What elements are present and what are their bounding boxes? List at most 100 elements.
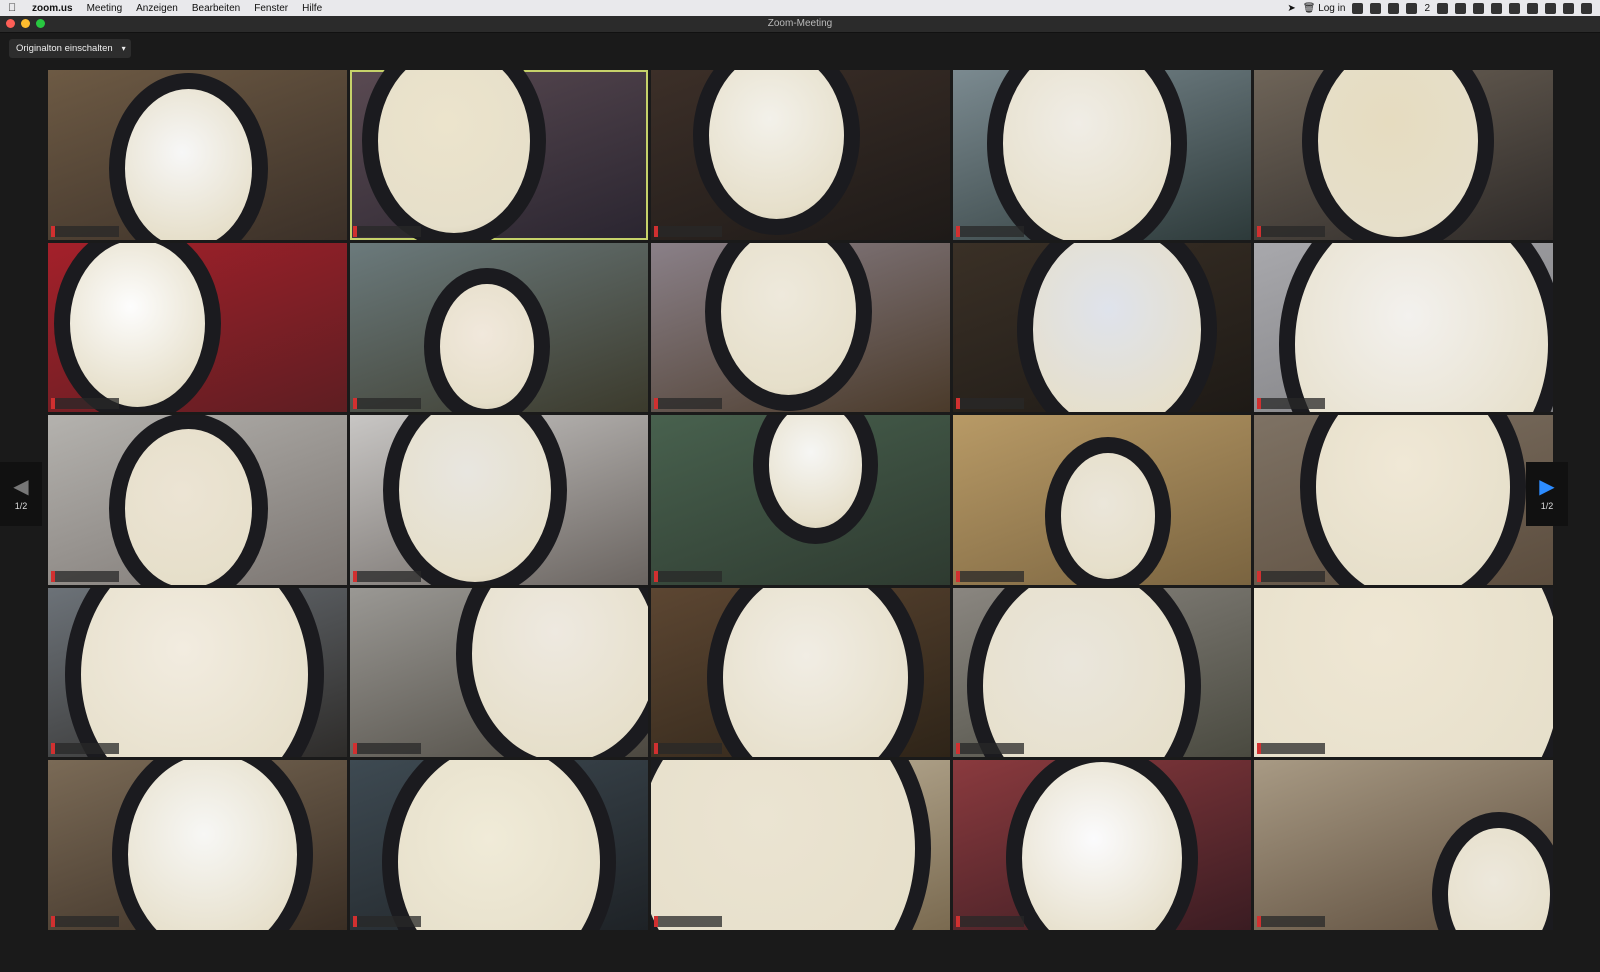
participant-video-tile[interactable] [48,70,347,240]
frame-drum [986,70,1188,240]
participant-video-tile[interactable] [1254,242,1553,413]
participant-name-label [352,570,421,582]
participant-name-label [51,743,119,755]
participant-video-tile[interactable] [349,760,649,930]
participant-video-tile[interactable] [952,242,1252,413]
participant-video-tile[interactable] [651,587,950,758]
participant-name-label [1257,225,1326,237]
participant-name-label [654,743,723,755]
status-icon[interactable] [1370,2,1382,14]
participant-video-tile[interactable] [952,587,1252,758]
login-status[interactable]: 🗑 Log in [1303,3,1346,14]
original-audio-label: Originalton einschalten [16,43,113,54]
participant-name-label [352,743,421,755]
arrow-right-icon: ▶ [1539,476,1555,498]
participant-video-tile[interactable] [48,760,347,930]
previous-page-button[interactable]: ◀ 1/2 [0,462,42,526]
menu-meeting[interactable]: Meeting [87,3,123,14]
participant-video-tile[interactable] [1254,70,1553,240]
participant-name-label [51,225,119,237]
minimize-window-button[interactable] [21,19,30,28]
mic-muted-icon [654,916,659,927]
close-window-button[interactable] [6,19,15,28]
frame-drum [1279,242,1553,413]
settings-icon[interactable] [1545,2,1556,14]
participant-video-tile[interactable] [48,587,347,758]
menu-hilfe[interactable]: Hilfe [302,3,322,14]
participant-video-tile[interactable] [952,415,1252,585]
participant-video-tile[interactable] [952,70,1252,240]
frame-drum [1299,415,1526,585]
frame-drum [53,242,222,413]
participant-video-tile[interactable] [349,70,649,240]
status-icon[interactable] [1388,2,1400,14]
window-title-bar: Zoom-Meeting [0,16,1600,33]
mic-muted-icon [1257,398,1262,410]
frame-drum [64,587,324,758]
participant-name-label [352,225,421,237]
mic-muted-icon [51,570,55,582]
participant-name-label [955,743,1024,755]
participant-video-tile[interactable] [1254,587,1553,758]
next-page-button[interactable]: ▶ 1/2 [1526,462,1568,526]
participant-video-tile[interactable] [349,415,649,585]
participant-video-tile[interactable] [48,242,347,413]
arrow-left-icon: ◀ [13,476,29,498]
participant-name-label [654,225,723,237]
apple-menu-icon[interactable]:  [8,2,22,14]
zoom-window-button[interactable] [36,19,45,28]
participant-video-tile[interactable] [952,760,1252,930]
original-audio-button[interactable]: Originalton einschalten ▾ [9,39,131,58]
participant-video-tile[interactable] [1254,760,1553,930]
status-icon[interactable] [1455,2,1466,14]
frame-drum [967,587,1202,758]
participant-video-tile[interactable] [48,415,347,585]
participant-name-label [654,916,723,927]
volume-icon[interactable] [1527,2,1538,14]
mic-muted-icon [955,743,960,755]
frame-drum [1016,242,1218,413]
frame-drum [1254,587,1553,758]
status-icon[interactable] [1491,2,1502,14]
frame-drum [706,587,925,758]
participant-video-tile[interactable] [1254,415,1553,585]
mic-muted-icon [51,743,55,755]
menu-fenster[interactable]: Fenster [254,3,288,14]
mic-muted-icon [1257,743,1262,755]
status-icon[interactable] [1437,2,1448,14]
video-gallery [48,70,1553,930]
status-icon[interactable] [1406,2,1418,14]
menu-app-name[interactable]: zoom.us [32,3,73,14]
status-badge: 2 [1424,2,1430,14]
frame-drum [651,760,932,930]
frame-drum [1005,760,1199,930]
frame-drum [108,415,268,585]
system-menu-bar:  zoom.us Meeting Anzeigen Bearbeiten Fe… [0,0,1600,16]
mic-muted-icon [1257,916,1262,927]
clock-icon[interactable] [1509,2,1520,14]
participant-video-tile[interactable] [651,70,950,240]
status-icon[interactable] [1352,2,1364,14]
participant-name-label [352,398,421,410]
participant-video-tile[interactable] [651,242,950,413]
status-icon[interactable] [1473,2,1484,14]
mic-muted-icon [955,225,960,237]
menu-anzeigen[interactable]: Anzeigen [136,3,178,14]
frame-drum [692,70,861,236]
cursor-icon[interactable]: ➤ [1287,3,1295,14]
mic-muted-icon [654,225,659,237]
page-indicator: 1/2 [1540,501,1554,511]
participant-video-tile[interactable] [651,415,950,585]
chevron-down-icon[interactable]: ▾ [122,39,126,58]
mic-muted-icon [955,398,960,410]
participant-name-label [654,398,723,410]
battery-icon[interactable] [1563,2,1574,14]
menu-bearbeiten[interactable]: Bearbeiten [192,3,240,14]
frame-drum [111,760,313,930]
status-icon[interactable] [1581,2,1592,14]
participant-video-tile[interactable] [651,760,950,930]
participant-video-tile[interactable] [349,242,649,413]
participant-video-tile[interactable] [349,587,649,758]
participant-name-label [1257,743,1326,755]
mic-muted-icon [1257,570,1262,582]
